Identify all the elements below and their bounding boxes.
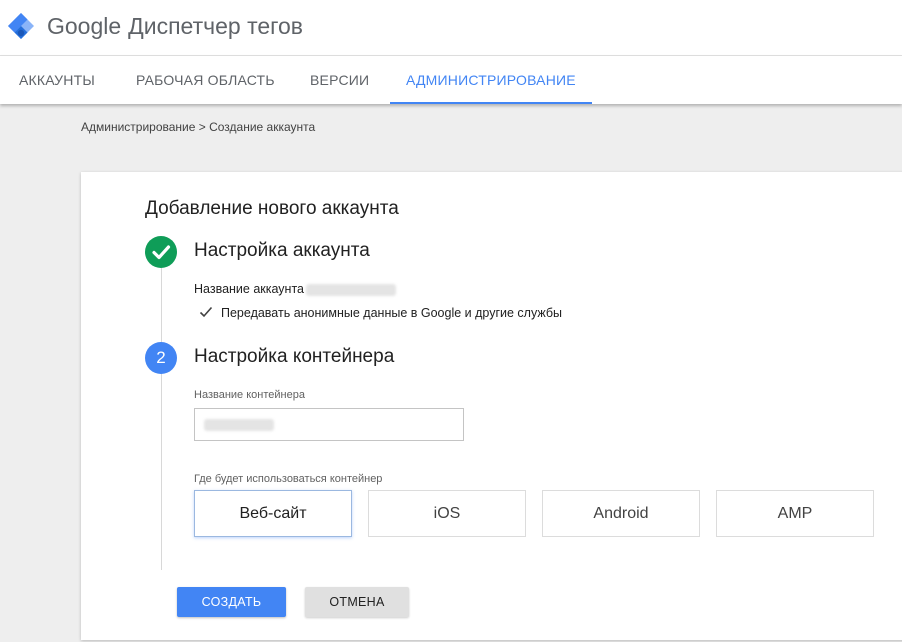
tab-admin[interactable]: Администрирование	[390, 56, 592, 104]
platform-website-option[interactable]: Веб-сайт	[194, 490, 352, 537]
new-account-card: Добавление нового аккаунта Настройка акк…	[81, 172, 902, 640]
container-name-value-redacted	[204, 419, 274, 431]
breadcrumb: Администрирование > Создание аккаунта	[81, 120, 316, 134]
container-usage-label: Где будет использоваться контейнер	[194, 473, 383, 485]
platform-android-option[interactable]: Android	[542, 490, 700, 537]
top-app-bar: Google Диспетчер тегов	[0, 0, 902, 56]
share-data-row: Передавать анонимные данные в Google и д…	[199, 306, 562, 320]
account-name-label: Название аккаунта	[194, 282, 304, 296]
tab-versions[interactable]: Версии	[310, 56, 369, 104]
platform-ios-option[interactable]: iOS	[368, 490, 526, 537]
step-complete-badge	[145, 236, 177, 268]
step-connector-line	[161, 268, 162, 570]
platform-amp-option[interactable]: AMP	[716, 490, 874, 537]
account-name-row: Название аккаунта	[194, 282, 396, 296]
account-name-value-redacted	[306, 283, 396, 296]
main-tabs: Аккаунты Рабочая область Версии Админист…	[0, 56, 902, 104]
tag-manager-logo-icon[interactable]	[6, 11, 36, 41]
checkmark-icon	[199, 306, 213, 318]
page-title: Добавление нового аккаунта	[145, 198, 399, 219]
brand-google: Google	[47, 13, 122, 39]
step2-number-badge: 2	[145, 342, 177, 374]
share-data-text: Передавать анонимные данные в Google и д…	[221, 306, 563, 320]
brand-product: Диспетчер тегов	[128, 13, 304, 39]
product-title: Google Диспетчер тегов	[47, 12, 303, 40]
container-name-input[interactable]	[194, 408, 464, 441]
check-icon	[152, 245, 171, 260]
container-name-label: Название контейнера	[194, 389, 305, 401]
step2-title: Настройка контейнера	[194, 346, 395, 367]
cancel-button[interactable]: Отмена	[305, 587, 409, 617]
step1-title: Настройка аккаунта	[194, 240, 370, 261]
create-button[interactable]: Создать	[177, 587, 286, 617]
tab-workspace[interactable]: Рабочая область	[136, 56, 275, 104]
tab-accounts[interactable]: Аккаунты	[19, 56, 95, 104]
